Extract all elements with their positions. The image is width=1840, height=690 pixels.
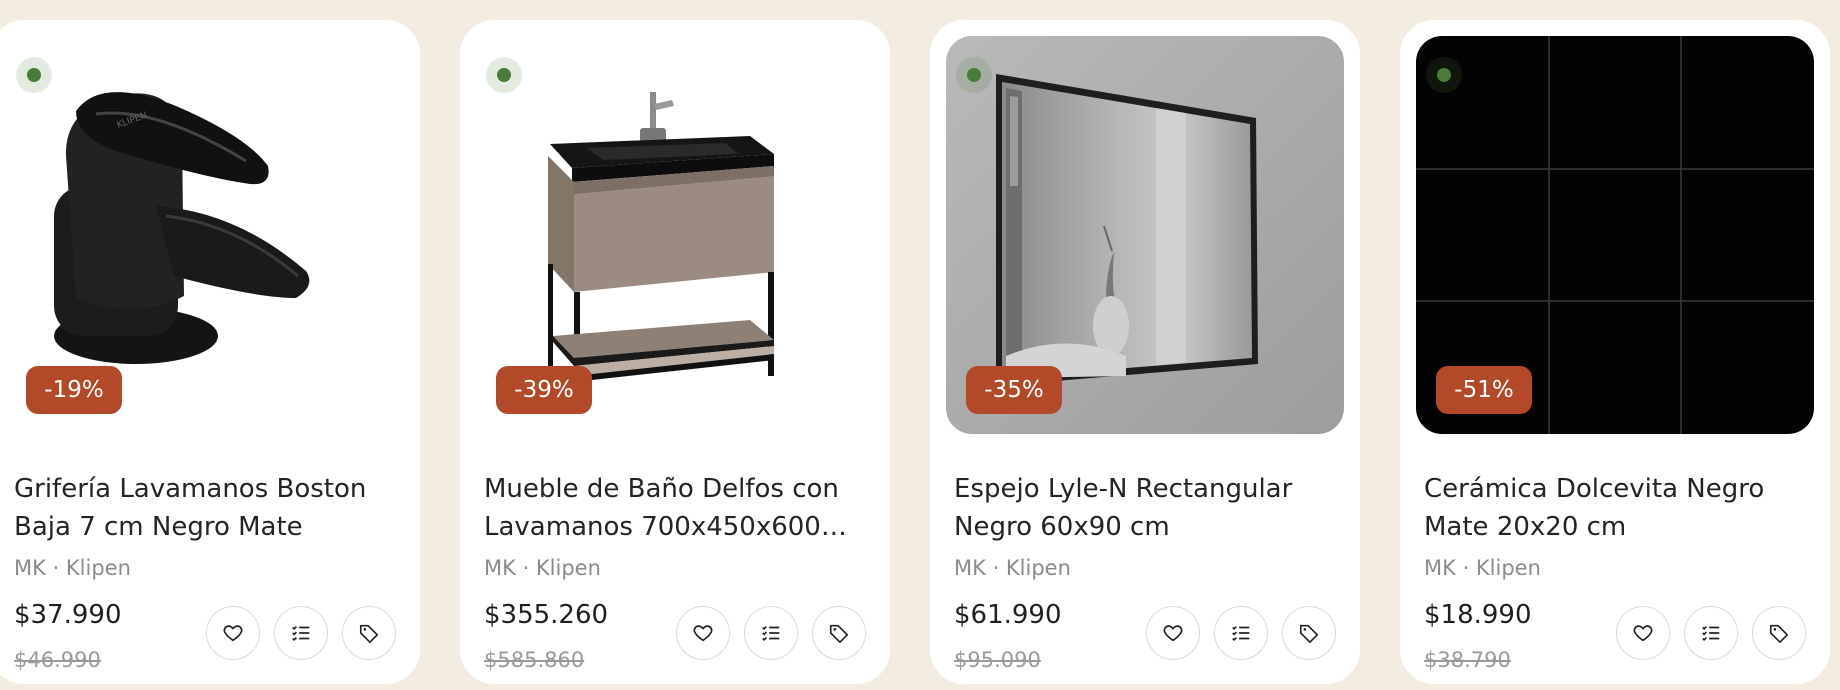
- heart-icon: [1163, 625, 1183, 642]
- discount-badge: -51%: [1436, 366, 1532, 414]
- product-old-price: $95.090: [954, 648, 1041, 672]
- tag-icon: [1299, 624, 1319, 643]
- compare-list-icon: [1702, 625, 1720, 642]
- product-card[interactable]: KLIPEN -19% Grifería Lavamanos Boston Ba…: [0, 20, 420, 684]
- heart-icon: [223, 625, 243, 642]
- wishlist-button[interactable]: [206, 606, 260, 660]
- card-actions: [206, 606, 396, 660]
- product-card[interactable]: -51% Cerámica Dolcevita Negro Mate 20x20…: [1400, 20, 1830, 684]
- compare-button[interactable]: [1214, 606, 1268, 660]
- card-actions: [676, 606, 866, 660]
- heart-icon: [693, 625, 713, 642]
- product-price: $37.990: [14, 600, 122, 630]
- wishlist-button[interactable]: [676, 606, 730, 660]
- tag-icon: [359, 624, 379, 643]
- discount-badge: -19%: [26, 366, 122, 414]
- product-old-price: $46.990: [14, 648, 101, 672]
- tag-icon: [1769, 624, 1789, 643]
- compare-list-icon: [292, 625, 310, 642]
- card-actions: [1616, 606, 1806, 660]
- stock-indicator: [16, 57, 52, 93]
- product-card[interactable]: -39% Mueble de Baño Delfos con Lavamanos…: [460, 20, 890, 684]
- price-tag-button[interactable]: [812, 606, 866, 660]
- discount-badge: -39%: [496, 366, 592, 414]
- compare-button[interactable]: [1684, 606, 1738, 660]
- product-price: $61.990: [954, 600, 1062, 630]
- product-title[interactable]: Grifería Lavamanos Boston Baja 7 cm Negr…: [14, 470, 404, 546]
- product-old-price: $585.860: [484, 648, 585, 672]
- product-title[interactable]: Espejo Lyle-N Rectangular Negro 60x90 cm: [954, 470, 1344, 546]
- heart-icon: [1633, 625, 1653, 642]
- product-old-price: $38.790: [1424, 648, 1511, 672]
- product-brand: MK · Klipen: [954, 556, 1071, 580]
- discount-badge: -35%: [966, 366, 1062, 414]
- card-actions: [1146, 606, 1336, 660]
- product-brand: MK · Klipen: [14, 556, 131, 580]
- tag-icon: [829, 624, 849, 643]
- compare-button[interactable]: [744, 606, 798, 660]
- stock-indicator: [1426, 57, 1462, 93]
- product-price: $355.260: [484, 600, 609, 630]
- product-brand: MK · Klipen: [1424, 556, 1541, 580]
- compare-list-icon: [1232, 625, 1250, 642]
- stock-indicator: [956, 57, 992, 93]
- wishlist-button[interactable]: [1146, 606, 1200, 660]
- compare-button[interactable]: [274, 606, 328, 660]
- wishlist-button[interactable]: [1616, 606, 1670, 660]
- price-tag-button[interactable]: [1282, 606, 1336, 660]
- price-tag-button[interactable]: [342, 606, 396, 660]
- compare-list-icon: [762, 625, 780, 642]
- stock-indicator: [486, 57, 522, 93]
- product-title[interactable]: Cerámica Dolcevita Negro Mate 20x20 cm: [1424, 470, 1814, 546]
- product-price: $18.990: [1424, 600, 1532, 630]
- price-tag-button[interactable]: [1752, 606, 1806, 660]
- product-brand: MK · Klipen: [484, 556, 601, 580]
- product-title[interactable]: Mueble de Baño Delfos con Lavamanos 700x…: [484, 470, 874, 546]
- product-card[interactable]: -35% Espejo Lyle-N Rectangular Negro 60x…: [930, 20, 1360, 684]
